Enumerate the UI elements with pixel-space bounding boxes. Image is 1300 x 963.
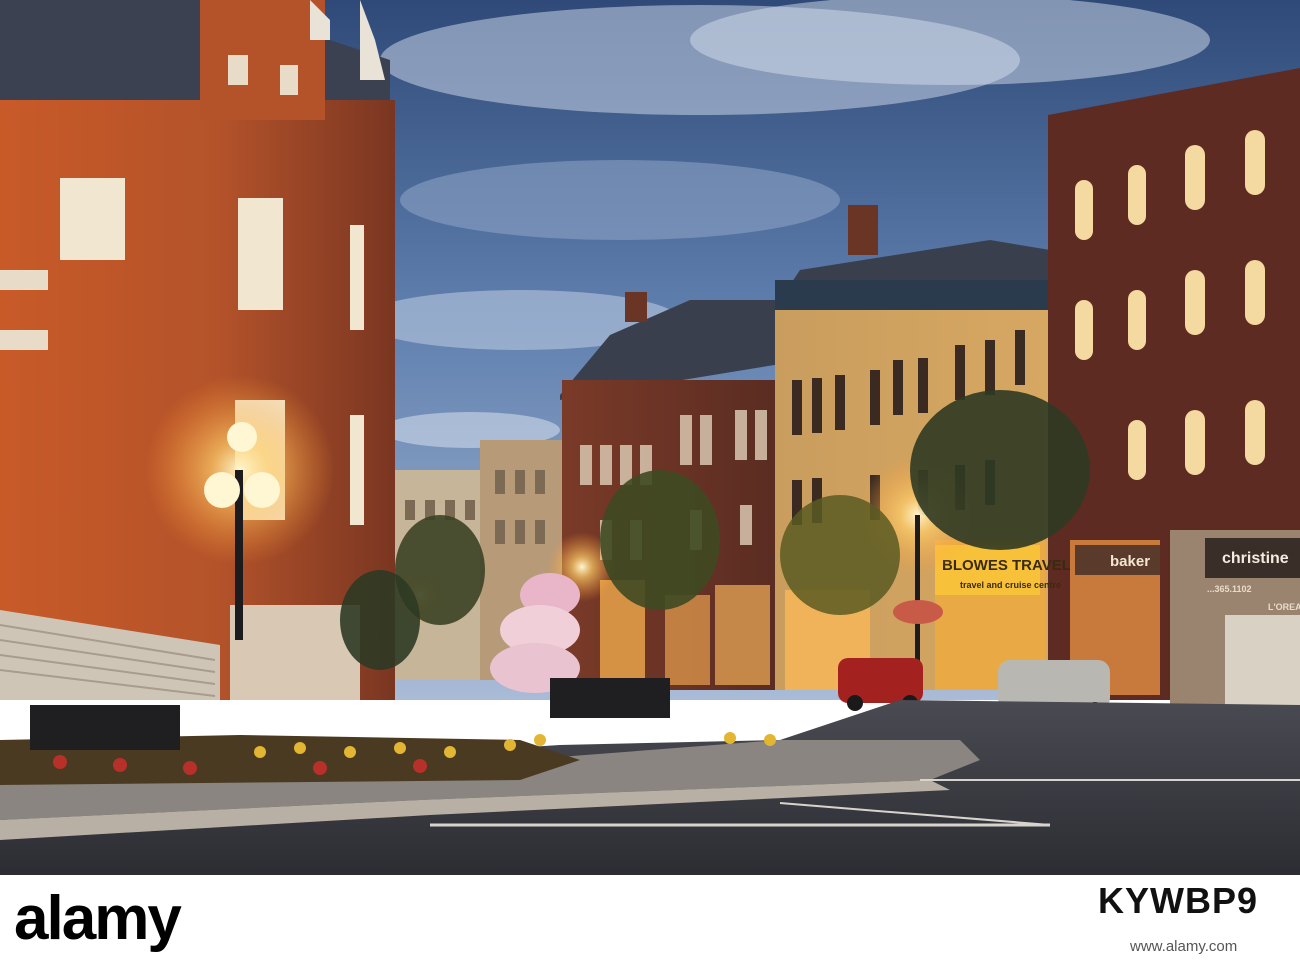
tree <box>340 570 420 670</box>
christine-phone: ...365.1102 <box>1207 584 1252 594</box>
store-window <box>1225 615 1300 705</box>
cloud <box>400 160 840 240</box>
lamp-globe <box>204 472 240 508</box>
travel-sign-sub: travel and cruise centre <box>960 580 1061 590</box>
baker-sign-text: baker <box>1110 553 1150 570</box>
loreal-sign: L'OREAL <box>1268 602 1300 612</box>
image-id: KYWBP9 <box>1098 880 1259 921</box>
storefront <box>715 585 770 685</box>
bench <box>550 678 670 718</box>
bench <box>30 705 180 750</box>
town-hall-tower <box>200 0 325 120</box>
travel-sign-name: BLOWES TRAVEL <box>942 557 1071 574</box>
lamp-globe <box>227 422 257 452</box>
alamy-logo: alamy <box>14 884 182 953</box>
christine-sign-text: christine <box>1222 550 1289 567</box>
chimney <box>848 205 878 255</box>
alamy-url: www.alamy.com <box>1130 938 1238 955</box>
hanging-basket <box>893 600 943 624</box>
street-photo: BLOWES TRAVEL travel and cruise centre b… <box>0 0 1300 875</box>
cornice <box>775 280 1055 310</box>
tree <box>780 495 900 615</box>
lamp-globe <box>244 472 280 508</box>
chimney <box>625 292 647 322</box>
tree <box>910 390 1090 550</box>
tree <box>600 470 720 610</box>
